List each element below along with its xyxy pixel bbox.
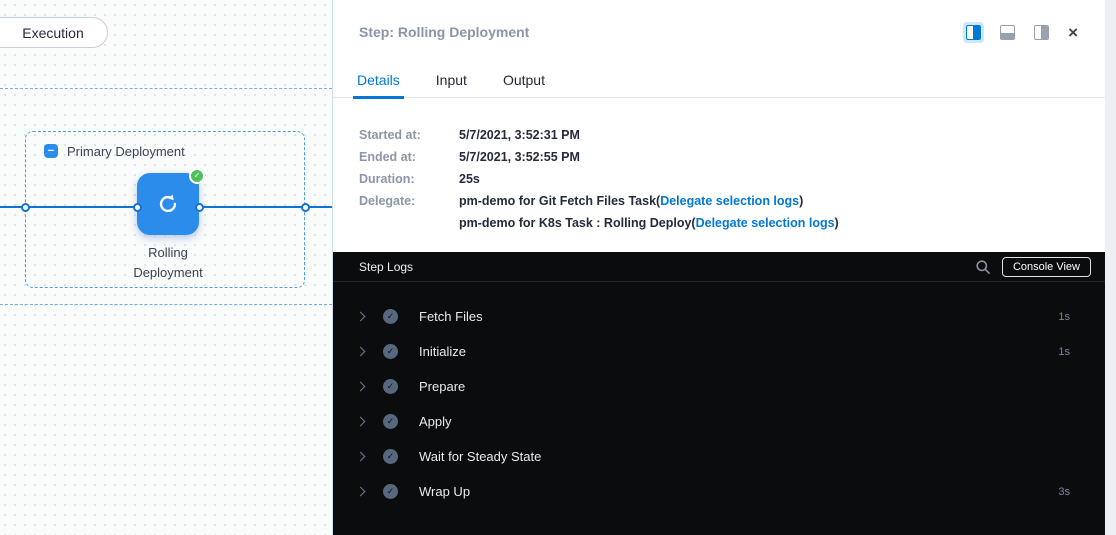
delegate-row: Delegate: pm-demo for Git Fetch Files Ta… bbox=[333, 190, 1105, 212]
panel-window-controls: × bbox=[963, 22, 1078, 43]
rolling-deployment-node[interactable] bbox=[137, 173, 199, 235]
delegate-row-2: pm-demo for K8s Task : Rolling Deploy(De… bbox=[333, 212, 1105, 234]
chevron-right-icon[interactable] bbox=[356, 347, 366, 357]
ended-at-label: Ended at: bbox=[359, 150, 459, 164]
step-duration: 1s bbox=[1058, 311, 1070, 323]
connector-port[interactable] bbox=[195, 203, 204, 212]
panel-title: Step: Rolling Deployment bbox=[359, 24, 529, 40]
success-badge: ✓ bbox=[189, 168, 205, 184]
duration-row: Duration: 25s bbox=[333, 168, 1105, 190]
log-step-row[interactable]: ✓ Fetch Files 1s bbox=[333, 299, 1105, 334]
step-details-section: Started at: 5/7/2021, 3:52:31 PM Ended a… bbox=[333, 124, 1105, 234]
delegate-value-line1: pm-demo for Git Fetch Files Task(Delegat… bbox=[459, 194, 803, 208]
log-step-row[interactable]: ✓ Apply bbox=[333, 404, 1105, 439]
log-title: Step Logs bbox=[359, 260, 413, 274]
refresh-icon bbox=[155, 191, 181, 217]
step-duration: 3s bbox=[1058, 486, 1070, 498]
close-icon: × bbox=[1068, 23, 1078, 42]
log-header: Step Logs Console View bbox=[333, 252, 1105, 282]
close-panel-button[interactable]: × bbox=[1068, 24, 1078, 41]
app-window: Execution − Primary Deployment ✓ Rolling… bbox=[0, 0, 1116, 535]
bottom-view-button[interactable] bbox=[997, 22, 1018, 43]
connector-port[interactable] bbox=[21, 203, 30, 212]
bottom-view-icon bbox=[1000, 25, 1015, 40]
delegate-selection-logs-link[interactable]: Delegate selection logs bbox=[660, 194, 799, 208]
minus-icon: − bbox=[48, 146, 54, 157]
delegate-selection-logs-link[interactable]: Delegate selection logs bbox=[696, 216, 835, 230]
node-label: Rolling Deployment bbox=[106, 243, 230, 283]
active-tab-underline bbox=[353, 96, 404, 99]
connector-port[interactable] bbox=[133, 203, 142, 212]
step-success-icon: ✓ bbox=[383, 414, 398, 429]
step-success-icon: ✓ bbox=[383, 344, 398, 359]
group-label: Primary Deployment bbox=[67, 144, 185, 159]
execution-tab[interactable]: Execution bbox=[0, 17, 108, 48]
ended-at-value: 5/7/2021, 3:52:55 PM bbox=[459, 150, 580, 164]
chevron-right-icon[interactable] bbox=[356, 487, 366, 497]
started-at-value: 5/7/2021, 3:52:31 PM bbox=[459, 128, 580, 142]
step-success-icon: ✓ bbox=[383, 379, 398, 394]
step-duration: 1s bbox=[1058, 346, 1070, 358]
step-success-icon: ✓ bbox=[383, 309, 398, 324]
step-logs-console: Step Logs Console View ✓ Fetch Files 1s bbox=[333, 252, 1105, 535]
split-right-view-icon bbox=[966, 25, 981, 40]
log-step-row[interactable]: ✓ Initialize 1s bbox=[333, 334, 1105, 369]
log-step-row[interactable]: ✓ Wrap Up 3s bbox=[333, 474, 1105, 509]
chevron-right-icon[interactable] bbox=[356, 312, 366, 322]
collapse-group-button[interactable]: − bbox=[44, 144, 58, 158]
log-step-list: ✓ Fetch Files 1s ✓ Initialize 1s ✓ Prepa… bbox=[333, 282, 1105, 509]
log-step-row[interactable]: ✓ Prepare bbox=[333, 369, 1105, 404]
delegate-value-line2: pm-demo for K8s Task : Rolling Deploy(De… bbox=[459, 216, 839, 230]
connector-port[interactable] bbox=[301, 203, 310, 212]
duration-value: 25s bbox=[459, 172, 480, 186]
log-step-row[interactable]: ✓ Wait for Steady State bbox=[333, 439, 1105, 474]
tab-details[interactable]: Details bbox=[357, 62, 400, 98]
chevron-right-icon[interactable] bbox=[356, 382, 366, 392]
split-right-view-button[interactable] bbox=[963, 22, 984, 43]
right-view-button[interactable] bbox=[1031, 22, 1052, 43]
page-background-strip bbox=[1105, 0, 1116, 535]
check-icon: ✓ bbox=[194, 172, 201, 180]
started-at-row: Started at: 5/7/2021, 3:52:31 PM bbox=[333, 124, 1105, 146]
step-detail-panel: Step: Rolling Deployment × Details Input bbox=[332, 0, 1105, 535]
started-at-label: Started at: bbox=[359, 128, 459, 142]
search-icon[interactable] bbox=[975, 259, 991, 275]
right-view-icon bbox=[1034, 25, 1049, 40]
stage-boundary-line-bottom bbox=[0, 304, 332, 305]
tab-input[interactable]: Input bbox=[436, 62, 467, 98]
console-view-button[interactable]: Console View bbox=[1002, 257, 1091, 277]
stage-boundary-line-top bbox=[0, 88, 332, 89]
detail-tabs: Details Input Output bbox=[333, 62, 1105, 98]
chevron-right-icon[interactable] bbox=[356, 452, 366, 462]
tab-output[interactable]: Output bbox=[503, 62, 545, 98]
delegate-label: Delegate: bbox=[359, 194, 459, 208]
pipeline-canvas[interactable]: Execution − Primary Deployment ✓ Rolling… bbox=[0, 0, 332, 535]
ended-at-row: Ended at: 5/7/2021, 3:52:55 PM bbox=[333, 146, 1105, 168]
duration-label: Duration: bbox=[359, 172, 459, 186]
step-success-icon: ✓ bbox=[383, 484, 398, 499]
chevron-right-icon[interactable] bbox=[356, 417, 366, 427]
step-success-icon: ✓ bbox=[383, 449, 398, 464]
log-header-actions: Console View bbox=[975, 257, 1091, 277]
execution-tab-label: Execution bbox=[22, 25, 83, 41]
